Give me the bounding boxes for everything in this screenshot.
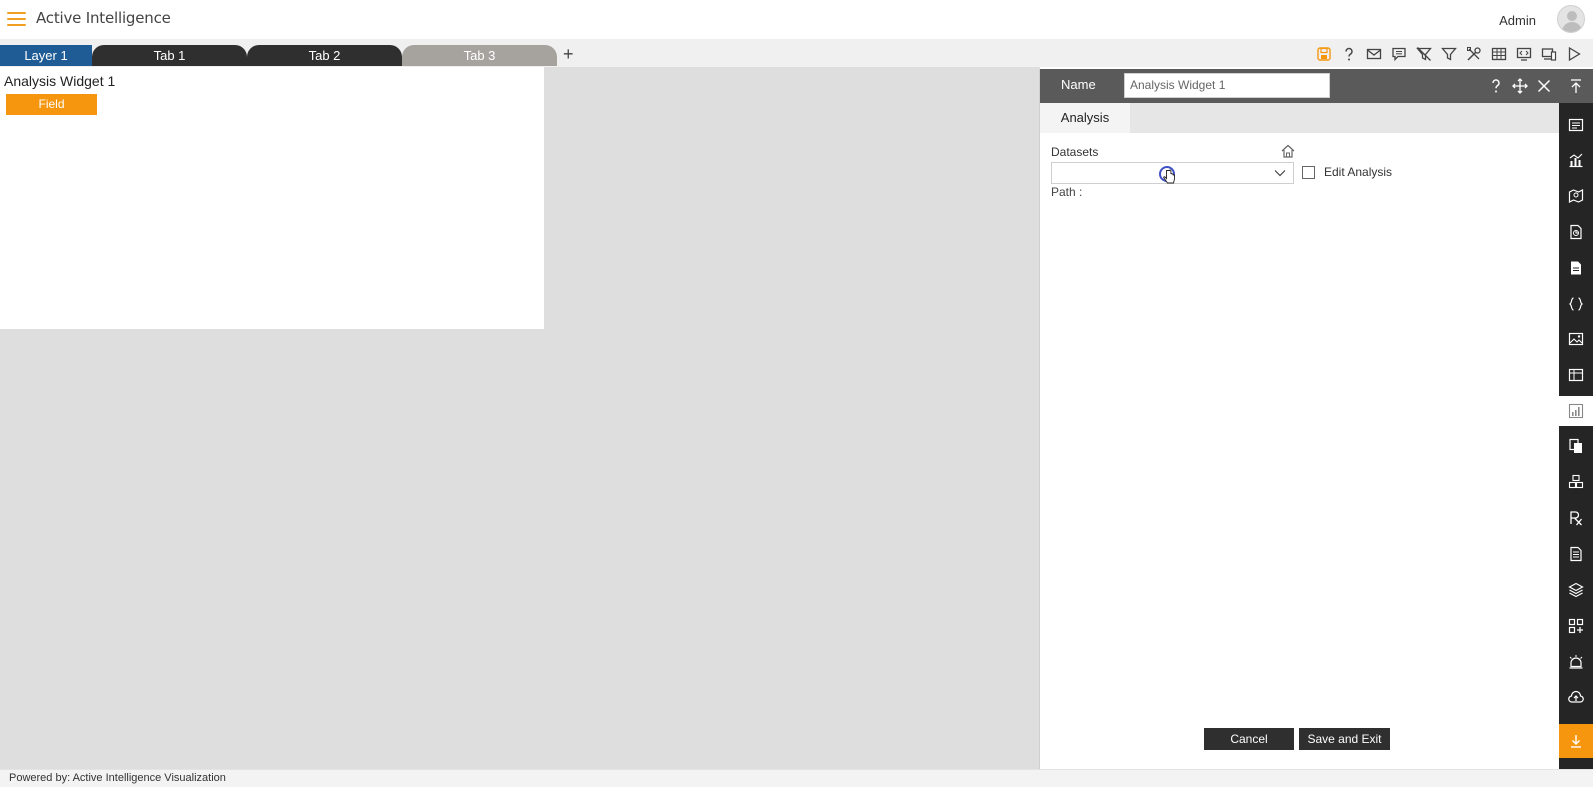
cloud-upload-icon[interactable]	[1559, 682, 1593, 712]
save-and-exit-button[interactable]: Save and Exit	[1299, 728, 1390, 750]
help-icon[interactable]	[1340, 45, 1358, 63]
user-name[interactable]: Admin	[1499, 13, 1536, 28]
copy-icon[interactable]	[1559, 431, 1593, 461]
comment-icon[interactable]	[1390, 45, 1408, 63]
close-icon[interactable]	[1536, 77, 1552, 95]
clear-filter-icon[interactable]	[1415, 45, 1433, 63]
dashboard-canvas[interactable]: Analysis Widget 1 Field	[0, 67, 1040, 769]
panel-tabstrip: Analysis	[1040, 103, 1560, 133]
tab-layer-1[interactable]: Layer 1	[0, 45, 92, 66]
top-toolbar	[1315, 45, 1583, 63]
app-window: Active Intelligence Admin Layer 1 Tab 1 …	[0, 0, 1593, 787]
play-icon[interactable]	[1565, 45, 1583, 63]
map-icon[interactable]	[1559, 181, 1593, 211]
cancel-button[interactable]: Cancel	[1204, 728, 1294, 750]
devices-icon[interactable]	[1540, 45, 1558, 63]
widget-title: Analysis Widget 1	[4, 73, 116, 89]
panel-header-icons	[1488, 77, 1552, 95]
table-icon[interactable]	[1490, 45, 1508, 63]
filter-icon[interactable]	[1440, 45, 1458, 63]
table-icon[interactable]	[1559, 360, 1593, 390]
add-tab-button[interactable]: +	[563, 44, 574, 65]
panel-header: Name Analysis Widget 1	[1040, 69, 1560, 103]
powered-by-text: Powered by: Active Intelligence Visualiz…	[9, 772, 226, 784]
apps-add-icon[interactable]	[1559, 611, 1593, 641]
chevron-down-icon[interactable]	[1274, 167, 1286, 179]
tab-analysis[interactable]: Analysis	[1040, 103, 1130, 133]
tab-1[interactable]: Tab 1	[92, 45, 247, 66]
download-icon[interactable]	[1559, 724, 1593, 758]
hand-cursor-icon	[1163, 169, 1175, 184]
collapse-top-icon[interactable]	[1559, 69, 1593, 103]
move-icon[interactable]	[1512, 77, 1528, 95]
list-icon[interactable]	[1559, 110, 1593, 140]
right-icon-rail	[1559, 69, 1593, 769]
alarm-icon[interactable]	[1559, 647, 1593, 677]
footer: Powered by: Active Intelligence Visualiz…	[0, 769, 1593, 787]
image-icon[interactable]	[1559, 324, 1593, 354]
code-icon[interactable]	[1559, 289, 1593, 319]
name-label: Name	[1061, 77, 1096, 92]
rx-icon[interactable]	[1559, 503, 1593, 533]
page-icon[interactable]	[1559, 253, 1593, 283]
properties-panel: Name Analysis Widget 1 Analysis Datasets	[1039, 69, 1560, 769]
cubes-icon[interactable]	[1559, 467, 1593, 497]
help-icon[interactable]	[1488, 77, 1504, 95]
hamburger-menu-icon[interactable]	[7, 11, 26, 26]
path-label: Path :	[1051, 185, 1083, 199]
tab-3[interactable]: Tab 3	[402, 45, 557, 66]
avatar[interactable]	[1557, 5, 1585, 33]
field-button[interactable]: Field	[6, 94, 97, 115]
tab-2[interactable]: Tab 2	[247, 45, 402, 66]
home-icon[interactable]	[1280, 143, 1296, 159]
report-icon[interactable]	[1559, 539, 1593, 569]
edit-analysis-label: Edit Analysis	[1324, 165, 1393, 179]
analysis-widget[interactable]: Analysis Widget 1 Field	[0, 67, 544, 329]
tools-icon[interactable]	[1465, 45, 1483, 63]
datasets-select[interactable]	[1051, 162, 1294, 184]
doc-icon[interactable]	[1559, 217, 1593, 247]
top-header: Active Intelligence Admin	[0, 0, 1593, 39]
embed-icon[interactable]	[1515, 45, 1533, 63]
mail-icon[interactable]	[1365, 45, 1383, 63]
save-icon[interactable]	[1315, 45, 1333, 63]
datasets-label: Datasets	[1051, 145, 1099, 159]
analysis-icon[interactable]	[1559, 396, 1593, 426]
chart-icon[interactable]	[1559, 145, 1593, 175]
app-title: Active Intelligence	[36, 9, 171, 27]
layers-icon[interactable]	[1559, 575, 1593, 605]
name-input[interactable]: Analysis Widget 1	[1124, 73, 1330, 98]
tab-bar: Layer 1 Tab 1 Tab 2 Tab 3 +	[0, 39, 1593, 67]
edit-analysis-checkbox[interactable]	[1302, 166, 1315, 179]
